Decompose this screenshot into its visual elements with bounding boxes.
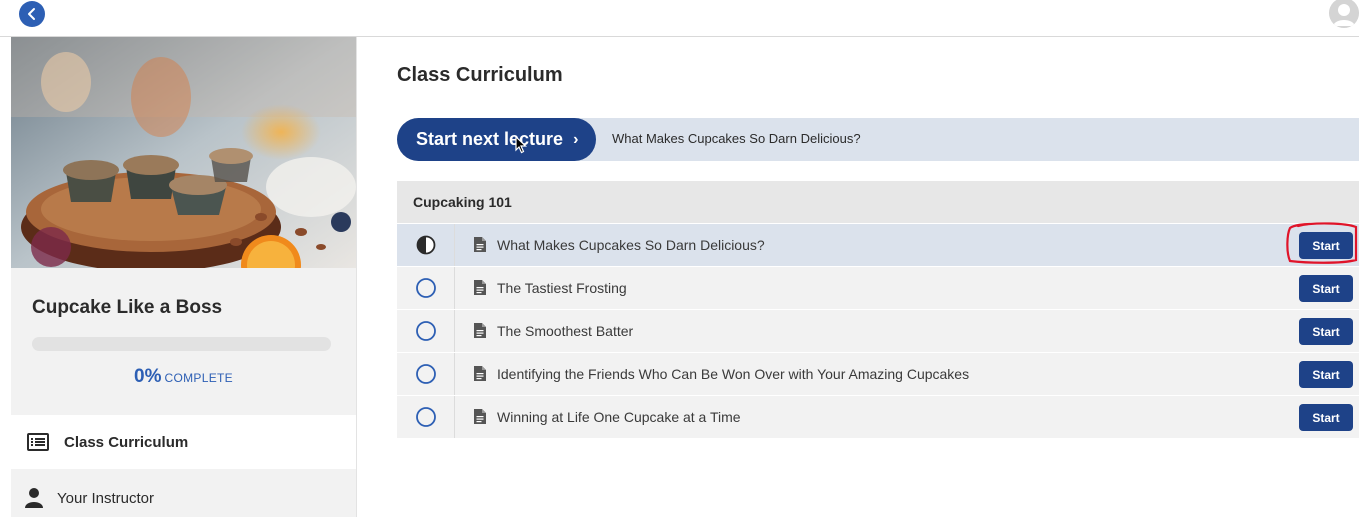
sidebar-item-label: Your Instructor bbox=[57, 489, 154, 507]
lecture-title: The Smoothest Batter bbox=[497, 323, 634, 339]
next-lecture-bar: Start next lecture › What Makes Cupcakes… bbox=[397, 118, 1359, 161]
chevron-right-icon: › bbox=[573, 130, 579, 148]
incomplete-circle-icon bbox=[416, 321, 436, 341]
course-image bbox=[11, 37, 356, 268]
lecture-row[interactable]: Identifying the Friends Who Can Be Won O… bbox=[397, 353, 1359, 396]
list-icon bbox=[27, 433, 49, 451]
document-icon bbox=[474, 280, 486, 300]
lecture-status bbox=[397, 396, 455, 438]
start-lecture-button[interactable]: Start bbox=[1299, 318, 1353, 345]
chevron-left-icon bbox=[28, 8, 35, 20]
document-icon bbox=[474, 366, 486, 386]
sidebar-item-class-curriculum[interactable]: Class Curriculum bbox=[11, 415, 356, 469]
sidebar-divider bbox=[356, 37, 357, 517]
half-complete-icon bbox=[416, 235, 436, 255]
lecture-status bbox=[397, 224, 455, 266]
next-lecture-title: What Makes Cupcakes So Darn Delicious? bbox=[612, 131, 861, 146]
lecture-row[interactable]: Winning at Life One Cupcake at a Time Sta… bbox=[397, 396, 1359, 439]
lecture-list: What Makes Cupcakes So Darn Delicious? St… bbox=[397, 224, 1359, 439]
lecture-row[interactable]: The Smoothest Batter Start bbox=[397, 310, 1359, 353]
progress-word: COMPLETE bbox=[164, 371, 233, 385]
progress-bar bbox=[32, 337, 331, 351]
lecture-title: What Makes Cupcakes So Darn Delicious? bbox=[497, 237, 765, 253]
course-sidebar: Cupcake Like a Boss 0% COMPLETE Class Cur… bbox=[11, 37, 356, 517]
avatar-icon bbox=[1329, 0, 1359, 28]
person-icon bbox=[25, 488, 43, 508]
curriculum-section: Cupcaking 101 What Makes Cupcakes So Dar… bbox=[397, 181, 1359, 439]
document-icon bbox=[474, 237, 486, 257]
start-lecture-button[interactable]: Start bbox=[1299, 275, 1353, 302]
lecture-title: Winning at Life One Cupcake at a Time bbox=[497, 409, 741, 425]
course-title: Cupcake Like a Boss bbox=[32, 297, 223, 318]
lecture-status bbox=[397, 267, 455, 309]
document-icon bbox=[474, 409, 486, 429]
page-title: Class Curriculum bbox=[397, 64, 563, 86]
mouse-cursor-icon bbox=[515, 136, 528, 154]
progress-percent: 0% bbox=[134, 366, 162, 387]
start-next-lecture-button[interactable]: Start next lecture › bbox=[397, 118, 596, 161]
incomplete-circle-icon bbox=[416, 407, 436, 427]
lecture-row[interactable]: The Tastiest Frosting Start bbox=[397, 267, 1359, 310]
top-bar bbox=[0, 0, 1359, 37]
lecture-status bbox=[397, 310, 455, 352]
incomplete-circle-icon bbox=[416, 364, 436, 384]
incomplete-circle-icon bbox=[416, 278, 436, 298]
document-icon bbox=[474, 323, 486, 343]
lecture-row[interactable]: What Makes Cupcakes So Darn Delicious? St… bbox=[397, 224, 1359, 267]
start-lecture-button[interactable]: Start bbox=[1299, 361, 1353, 388]
start-next-lecture-label: Start next lecture bbox=[416, 129, 564, 149]
lecture-title: Identifying the Friends Who Can Be Won O… bbox=[497, 366, 970, 382]
progress-label: 0% COMPLETE bbox=[11, 366, 356, 388]
sidebar-item-label: Class Curriculum bbox=[64, 433, 189, 451]
lecture-title: The Tastiest Frosting bbox=[497, 280, 627, 296]
lecture-status bbox=[397, 353, 455, 395]
section-title: Cupcaking 101 bbox=[397, 181, 1359, 224]
back-button[interactable] bbox=[19, 1, 45, 27]
user-avatar[interactable] bbox=[1329, 0, 1359, 28]
start-lecture-button[interactable]: Start bbox=[1299, 232, 1353, 259]
start-lecture-button[interactable]: Start bbox=[1299, 404, 1353, 431]
